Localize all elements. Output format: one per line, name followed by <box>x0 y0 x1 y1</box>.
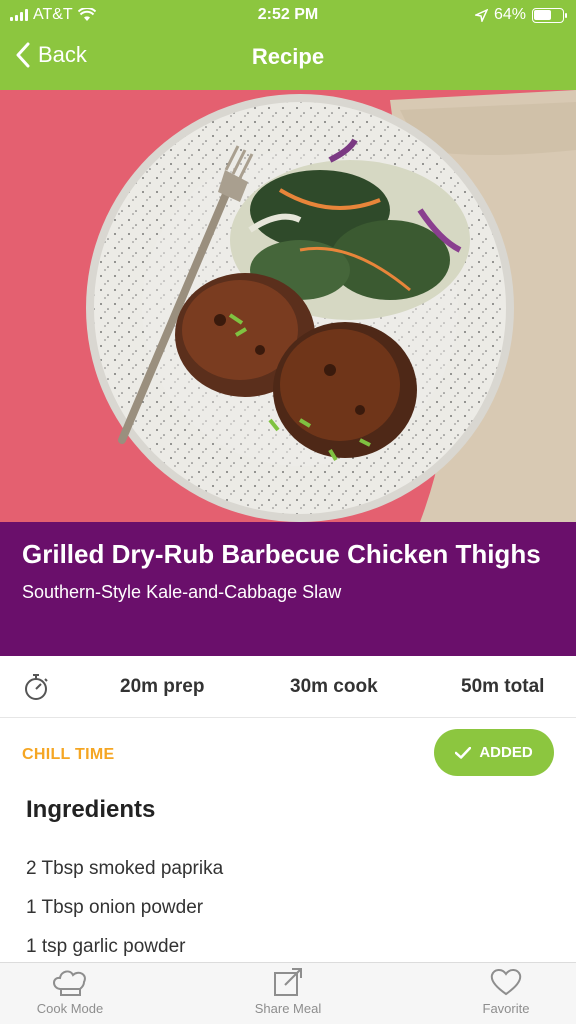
page-title: Recipe <box>251 44 325 69</box>
total-time: 50m total <box>461 676 545 697</box>
battery-level <box>534 9 551 20</box>
app-header: AT&T 2:52 PM 64% Back Recipe <box>0 0 576 90</box>
recipe-header: Grilled Dry-Rub Barbecue Chicken Thighs … <box>0 522 576 656</box>
tab-favorite[interactable]: Favorite <box>436 967 576 1016</box>
battery-percent: 64% <box>493 6 526 23</box>
recipe-subtitle: Southern-Style Kale-and-Cabbage Slaw <box>22 582 342 602</box>
status-right: 64% <box>474 6 567 24</box>
added-label: ADDED <box>479 744 533 761</box>
ingredients-list: 2 Tbsp smoked paprika 1 Tbsp onion powde… <box>26 856 223 973</box>
battery-icon <box>532 7 567 23</box>
tab-cook-mode[interactable]: Cook Mode <box>0 967 140 1016</box>
cook-time: 30m cook <box>290 676 378 697</box>
heart-icon <box>490 969 522 996</box>
status-bar: AT&T 2:52 PM 64% <box>0 0 576 32</box>
chill-time-label: CHILL TIME <box>22 746 115 763</box>
tab-favorite-label: Favorite <box>482 1001 530 1016</box>
recipe-photo <box>0 90 576 522</box>
checkmark-icon <box>455 746 472 759</box>
location-arrow-icon <box>474 8 488 22</box>
tab-cook-mode-label: Cook Mode <box>36 1001 104 1016</box>
time-summary: 20m prep 30m cook 50m total <box>0 656 576 718</box>
share-icon <box>274 968 302 996</box>
added-button[interactable]: ADDED <box>434 729 554 776</box>
stopwatch-icon <box>25 674 48 700</box>
ingredients-heading: Ingredients <box>26 796 156 823</box>
tab-share-meal-label: Share Meal <box>254 1001 322 1016</box>
chef-hat-icon <box>53 970 86 996</box>
prep-time: 20m prep <box>120 676 205 697</box>
ingredient-item: 2 Tbsp smoked paprika <box>26 858 224 879</box>
recipe-title: Grilled Dry-Rub Barbecue Chicken Thighs <box>22 539 541 569</box>
bottom-tab-bar: Cook Mode Share Meal Favorite <box>0 962 576 1024</box>
ingredient-item: 1 Tbsp onion powder <box>26 897 204 918</box>
tab-share-meal[interactable]: Share Meal <box>218 967 358 1016</box>
